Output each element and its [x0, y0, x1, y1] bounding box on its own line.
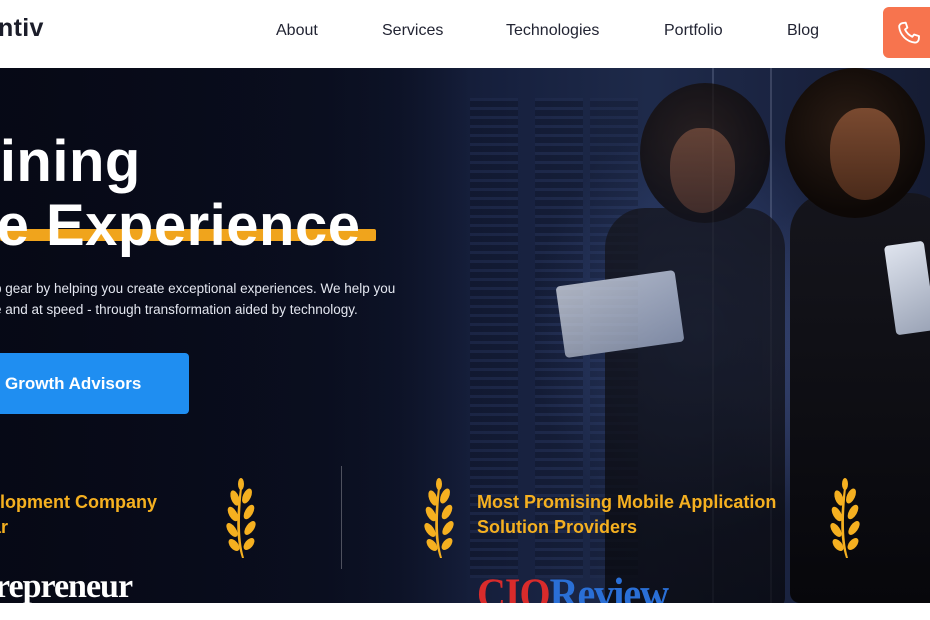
- nav-portfolio[interactable]: Portfolio: [664, 22, 723, 40]
- nav-services[interactable]: Services: [382, 22, 443, 40]
- cioreview-logo-part1: CIO: [477, 569, 551, 603]
- hero-banner: fining le Experience p gear by helping y…: [0, 68, 930, 603]
- hero-headline-line2: le Experience: [0, 193, 361, 258]
- award-1-line2: Year: [0, 517, 9, 537]
- award-1-line1: evelopment Company: [0, 492, 158, 512]
- nav-technologies[interactable]: Technologies: [506, 22, 599, 40]
- site-header: ntiv About Services Technologies Portfol…: [0, 0, 930, 68]
- award-title-1: evelopment Company Year: [0, 490, 157, 540]
- main-nav: About Services Technologies Portfolio Bl…: [0, 22, 930, 44]
- entrepreneur-logo: repreneur: [0, 568, 133, 603]
- nav-blog[interactable]: Blog: [787, 22, 819, 40]
- award-title-2: Most Promising Mobile Application Soluti…: [477, 490, 776, 540]
- award-2-line1: Most Promising Mobile Application: [477, 492, 777, 512]
- laurel-icon: [830, 478, 860, 558]
- call-button[interactable]: [883, 7, 930, 58]
- awards-divider: [341, 466, 342, 569]
- hero-description-line2: e and at speed - through transformation …: [0, 302, 358, 317]
- hero-description-line1: p gear by helping you create exceptional…: [0, 281, 396, 296]
- award-2-line2: Solution Providers: [477, 517, 638, 537]
- laurel-icon: [226, 478, 256, 558]
- phone-icon: [898, 21, 920, 44]
- cioreview-logo-part2: Review: [549, 569, 669, 603]
- laurel-icon: [424, 478, 454, 558]
- growth-advisors-button[interactable]: Growth Advisors: [0, 353, 189, 414]
- hero-headline-line1: fining: [0, 129, 141, 194]
- cioreview-logo: CIOReview: [477, 568, 669, 603]
- nav-about[interactable]: About: [276, 22, 318, 40]
